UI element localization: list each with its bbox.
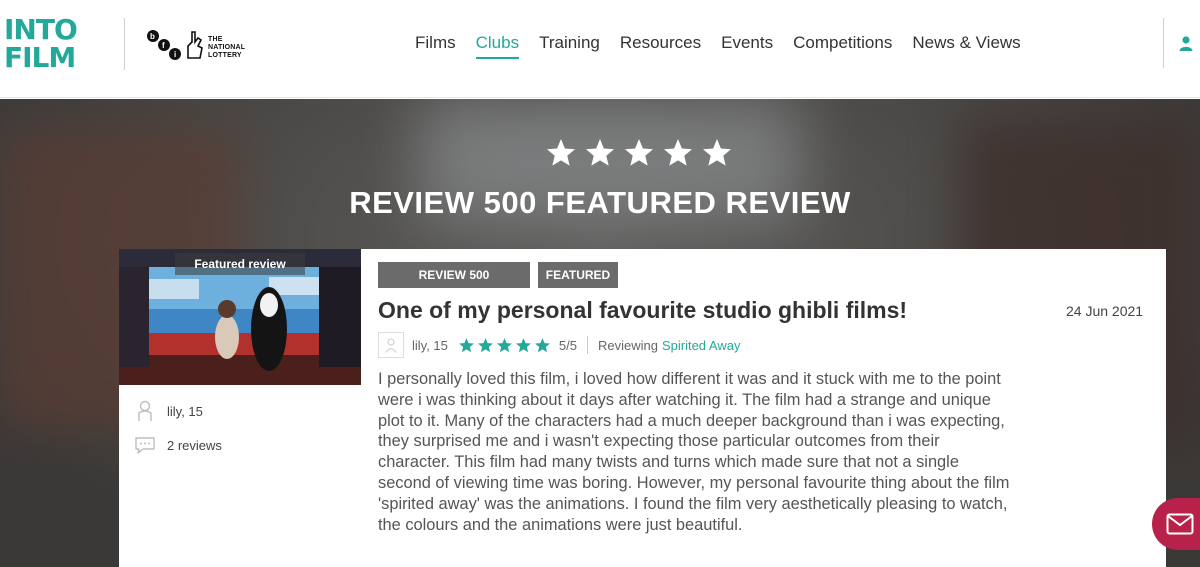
main-nav: Films Clubs Training Resources Events Co…	[415, 33, 1041, 59]
star-icon	[625, 139, 653, 166]
star-icon	[703, 139, 731, 166]
review-author[interactable]: lily, 15	[412, 338, 448, 353]
star-icon	[496, 337, 512, 352]
review-date: 24 Jun 2021	[1066, 303, 1144, 319]
svg-text:i: i	[174, 50, 176, 59]
speech-bubble-icon	[135, 437, 155, 454]
person-icon	[138, 400, 152, 421]
meta-separator	[586, 336, 588, 354]
page-title: REVIEW 500 FEATURED REVIEW	[349, 185, 851, 220]
review-panel: REVIEW 500 FEATURED One of my personal f…	[361, 249, 1166, 567]
svg-text:b: b	[150, 32, 155, 41]
nav-films[interactable]: Films	[415, 33, 456, 59]
featured-badge[interactable]: FEATURED	[538, 262, 618, 288]
site-header: INTO FILM b f i THE NATIONAL LOTTERY Fil…	[0, 0, 1200, 98]
nav-training[interactable]: Training	[539, 33, 600, 59]
film-still-image[interactable]: Featured review	[119, 249, 361, 385]
lottery-text-line-1: THE	[208, 36, 223, 43]
nav-divider	[1163, 18, 1164, 68]
star-icon	[664, 139, 692, 166]
user-icon[interactable]	[1178, 35, 1194, 51]
hero-rating-stars	[545, 137, 733, 169]
review-500-badge[interactable]: REVIEW 500	[378, 262, 530, 288]
reviews-count-row: 2 reviews	[133, 433, 222, 457]
star-icon	[586, 139, 614, 166]
reviewer-name[interactable]: lily, 15	[167, 404, 203, 419]
nav-events[interactable]: Events	[721, 33, 773, 59]
nav-resources[interactable]: Resources	[620, 33, 701, 59]
review-title: One of my personal favourite studio ghib…	[378, 297, 908, 323]
message-button[interactable]	[1152, 498, 1200, 550]
star-icon	[458, 337, 474, 352]
featured-review-tag: Featured review	[175, 253, 305, 275]
logo-divider	[124, 18, 125, 70]
avatar[interactable]	[378, 332, 404, 358]
nav-clubs[interactable]: Clubs	[475, 33, 520, 59]
lottery-text: THE NATIONAL LOTTERY	[208, 36, 245, 60]
lottery-text-line-3: LOTTERY	[208, 52, 242, 59]
film-link[interactable]: Spirited Away	[662, 338, 741, 353]
into-film-logo[interactable]: INTO FILM	[4, 16, 112, 74]
bfi-logo-icon: b f i	[147, 30, 181, 60]
review-rating-stars	[458, 337, 551, 354]
star-icon	[547, 139, 575, 166]
reviewer-card: Featured review lily, 15 2 reviews	[119, 249, 361, 567]
logo-line-1: INTO	[4, 13, 78, 46]
reviews-count[interactable]: 2 reviews	[167, 438, 222, 453]
lottery-text-line-2: NATIONAL	[208, 44, 246, 51]
star-icon	[477, 337, 493, 352]
reviewer-name-row: lily, 15	[133, 399, 203, 423]
nav-news-views[interactable]: News & Views	[912, 33, 1020, 59]
star-icon	[515, 337, 531, 352]
logo-line-2: FILM	[4, 41, 76, 74]
rating-text: 5/5	[558, 337, 577, 353]
person-icon	[385, 338, 397, 353]
reviewing-label: Reviewing	[597, 337, 658, 353]
envelope-icon	[1166, 513, 1194, 535]
star-icon	[534, 337, 550, 352]
review-badges: REVIEW 500 FEATURED	[378, 262, 618, 288]
review-meta-row: lily, 15 5/5 Reviewing Spirited Away	[378, 332, 741, 358]
svg-text:f: f	[162, 41, 165, 50]
nav-competitions[interactable]: Competitions	[793, 33, 892, 59]
review-body: I personally loved this film, i loved ho…	[378, 370, 1010, 534]
